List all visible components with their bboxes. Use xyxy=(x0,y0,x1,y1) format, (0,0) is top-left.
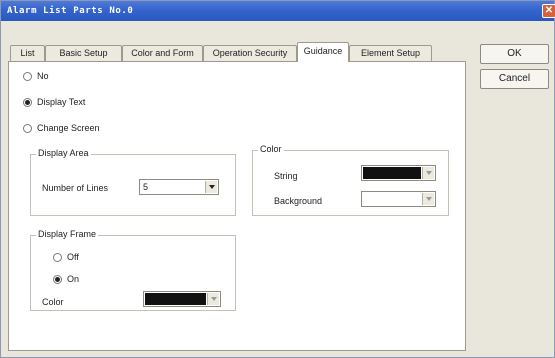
radio-frame-on-indicator xyxy=(53,274,62,284)
number-of-lines-value: 5 xyxy=(143,182,149,192)
background-color-label: Background xyxy=(274,196,323,206)
background-color-select[interactable] xyxy=(361,191,436,207)
radio-display-text[interactable]: Display Text xyxy=(23,97,85,107)
radio-frame-off[interactable]: Off xyxy=(53,252,79,262)
chevron-down-icon xyxy=(205,181,217,193)
background-color-swatch xyxy=(363,193,421,205)
radio-change-screen-label: Change Screen xyxy=(37,123,100,133)
frame-color-label: Color xyxy=(42,297,64,307)
string-color-swatch xyxy=(363,167,421,179)
radio-change-screen[interactable]: Change Screen xyxy=(23,123,100,133)
radio-change-screen-indicator xyxy=(23,123,32,133)
display-frame-group: Display Frame Off On Color xyxy=(30,229,236,311)
number-of-lines-select[interactable]: 5 xyxy=(139,179,219,195)
tab-guidance[interactable]: Guidance xyxy=(297,42,349,62)
chevron-down-icon xyxy=(207,293,219,305)
string-color-select[interactable] xyxy=(361,165,436,181)
radio-frame-off-indicator xyxy=(53,252,62,262)
tab-element-setup[interactable]: Element Setup xyxy=(349,45,432,61)
chevron-down-icon xyxy=(422,193,434,205)
radio-no-indicator xyxy=(23,71,32,81)
display-frame-title: Display Frame xyxy=(36,229,99,239)
color-group: Color String Background xyxy=(252,144,449,216)
window-title: Alarm List Parts No.0 xyxy=(7,6,134,16)
frame-color-select[interactable] xyxy=(143,291,221,307)
color-group-title: Color xyxy=(258,144,284,154)
close-icon[interactable]: ✕ xyxy=(542,4,555,18)
guidance-panel: No Display Text Change Screen Display Ar… xyxy=(8,61,466,351)
title-bar[interactable]: Alarm List Parts No.0 ✕ xyxy=(1,1,555,21)
radio-no-label: No xyxy=(37,71,49,81)
ok-button[interactable]: OK xyxy=(480,44,549,64)
dialog-window: Alarm List Parts No.0 ✕ List Basic Setup… xyxy=(0,0,555,358)
tab-operation-security[interactable]: Operation Security xyxy=(203,45,297,61)
radio-display-text-label: Display Text xyxy=(37,97,86,107)
radio-display-text-indicator xyxy=(23,97,32,107)
tab-basic-setup[interactable]: Basic Setup xyxy=(45,45,122,61)
radio-frame-on[interactable]: On xyxy=(53,274,79,284)
tab-list[interactable]: List xyxy=(10,45,45,61)
frame-color-swatch xyxy=(145,293,206,305)
number-of-lines-label: Number of Lines xyxy=(42,183,109,193)
display-area-group: Display Area Number of Lines 5 xyxy=(30,148,236,216)
radio-no[interactable]: No xyxy=(23,71,49,81)
tab-color-and-form[interactable]: Color and Form xyxy=(122,45,203,61)
string-color-label: String xyxy=(274,171,298,181)
radio-frame-on-label: On xyxy=(67,274,80,284)
chevron-down-icon xyxy=(422,167,434,179)
cancel-button[interactable]: Cancel xyxy=(480,69,549,89)
radio-frame-off-label: Off xyxy=(67,252,79,262)
display-area-title: Display Area xyxy=(36,148,91,158)
